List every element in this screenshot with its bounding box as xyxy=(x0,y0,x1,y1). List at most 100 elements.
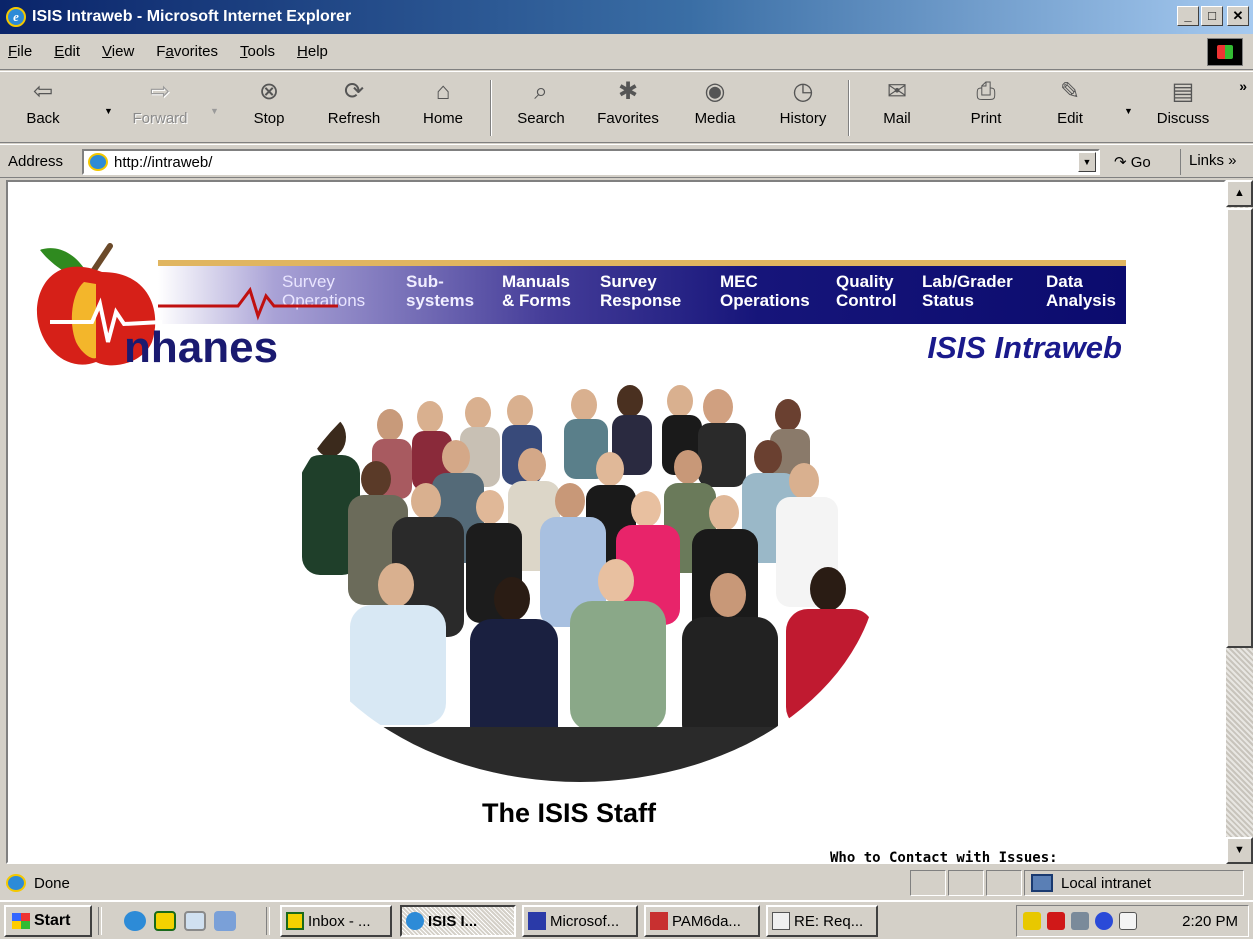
back-dropdown-icon[interactable]: ▼ xyxy=(104,106,113,116)
staff-group-photo xyxy=(280,367,880,782)
menu-bar: File Edit View Favorites Tools Help xyxy=(0,34,1253,70)
maximize-button[interactable]: □ xyxy=(1201,6,1223,26)
network-icon[interactable] xyxy=(1071,912,1089,930)
status-pane xyxy=(910,870,946,896)
new-mail-icon[interactable] xyxy=(1119,912,1137,930)
outlook-icon xyxy=(286,912,304,930)
title-bar: e ISIS Intraweb - Microsoft Internet Exp… xyxy=(0,0,1253,34)
local-intranet-icon xyxy=(1031,874,1053,892)
ie-quicklaunch-icon[interactable] xyxy=(124,911,146,931)
forward-dropdown-icon[interactable]: ▼ xyxy=(210,106,219,116)
menu-favorites[interactable]: Favorites xyxy=(156,43,218,60)
menu-edit[interactable]: Edit xyxy=(54,43,80,60)
task-re-request[interactable]: RE: Req... xyxy=(766,905,878,937)
task-pam6da[interactable]: PAM6da... xyxy=(644,905,760,937)
scroll-down-button[interactable]: ▼ xyxy=(1226,837,1253,864)
forward-button[interactable]: ⇨ Forward xyxy=(124,78,196,138)
go-button[interactable]: ↷ Go xyxy=(1114,153,1151,171)
edit-page-icon: ✎ xyxy=(1059,78,1081,105)
photo-caption: The ISIS Staff xyxy=(482,798,657,828)
nav-mec-operations[interactable]: MEC Operations xyxy=(720,272,810,310)
go-arrow-icon: ↷ xyxy=(1114,154,1127,171)
status-pane xyxy=(948,870,984,896)
document-icon xyxy=(650,912,668,930)
task-inbox[interactable]: Inbox - ... xyxy=(280,905,392,937)
window-title: ISIS Intraweb - Microsoft Internet Explo… xyxy=(32,8,352,25)
ie-app-icon[interactable]: e xyxy=(6,7,26,27)
menu-file[interactable]: File xyxy=(8,43,32,60)
edit-dropdown-icon[interactable]: ▼ xyxy=(1124,106,1133,116)
scroll-thumb[interactable] xyxy=(1226,208,1253,648)
site-title: ISIS Intraweb xyxy=(927,330,1122,365)
media-globe-icon: ◉ xyxy=(704,78,726,105)
back-button[interactable]: ⇦ Back xyxy=(18,78,68,138)
history-clock-icon: ◷ xyxy=(792,78,814,105)
nav-subsystems[interactable]: Sub-systems xyxy=(406,272,474,310)
nav-quality-control[interactable]: Quality Control xyxy=(836,272,896,310)
history-button[interactable]: ◷ History xyxy=(772,78,834,138)
windows-taskbar: Start Inbox - ... ISIS I... Microsof... … xyxy=(0,900,1253,939)
app-tray-icon[interactable] xyxy=(1095,912,1113,930)
search-button[interactable]: ⌕ Search xyxy=(510,78,572,138)
page-status-icon xyxy=(6,874,26,892)
windows-flag-icon xyxy=(12,913,30,929)
menu-view[interactable]: View xyxy=(102,43,134,60)
discuss-button[interactable]: ▤ Discuss xyxy=(1148,78,1218,138)
word-icon xyxy=(528,912,546,930)
page-icon xyxy=(88,153,108,171)
print-button[interactable]: ⎙ Print xyxy=(964,78,1008,138)
address-url[interactable]: http://intraweb/ xyxy=(114,154,212,171)
favorites-folder-icon: ✱ xyxy=(617,78,639,105)
search-quicklaunch-icon[interactable] xyxy=(184,911,206,931)
vertical-scrollbar[interactable]: ▲ ▼ xyxy=(1226,180,1253,864)
scroll-up-button[interactable]: ▲ xyxy=(1226,180,1253,207)
refresh-button[interactable]: ⟳ Refresh xyxy=(322,78,386,138)
status-bar: Done Local intranet xyxy=(0,866,1253,900)
links-button[interactable]: Links » xyxy=(1180,149,1245,175)
menu-help[interactable]: Help xyxy=(297,43,328,60)
heartbeat-line-graphic xyxy=(158,286,338,321)
start-button[interactable]: Start xyxy=(4,905,92,937)
printer-icon: ⎙ xyxy=(976,78,996,105)
status-text: Done xyxy=(34,874,70,892)
close-button[interactable]: ✕ xyxy=(1227,6,1249,26)
nav-survey-response[interactable]: Survey Response xyxy=(600,272,681,310)
edit-button[interactable]: ✎ Edit xyxy=(1050,78,1090,138)
toolbar-separator xyxy=(848,80,850,136)
stop-button[interactable]: ⊗ Stop xyxy=(244,78,294,138)
home-button[interactable]: ⌂ Home xyxy=(418,78,468,138)
address-dropdown-icon[interactable]: ▼ xyxy=(1078,152,1096,172)
mail-button[interactable]: ✉ Mail xyxy=(872,78,922,138)
toolbar-more-chevron[interactable]: » xyxy=(1239,78,1247,94)
nav-data-analysis[interactable]: Data Analysis xyxy=(1046,272,1116,310)
back-arrow-icon: ⇦ xyxy=(32,78,54,105)
nav-manuals-forms[interactable]: Manuals & Forms xyxy=(502,272,571,310)
task-microsoft-word[interactable]: Microsof... xyxy=(522,905,638,937)
security-zone[interactable]: Local intranet xyxy=(1024,870,1244,896)
address-input[interactable]: http://intraweb/ ▼ xyxy=(82,149,1100,175)
taskbar-divider xyxy=(98,907,102,935)
discuss-icon: ▤ xyxy=(1171,78,1195,105)
task-isis-intraweb[interactable]: ISIS I... xyxy=(400,905,516,937)
envelope-icon xyxy=(772,912,790,930)
system-clock[interactable]: 2:20 PM xyxy=(1182,913,1238,930)
refresh-icon: ⟳ xyxy=(343,78,365,105)
forward-arrow-icon: ⇨ xyxy=(149,78,171,105)
favorites-button[interactable]: ✱ Favorites xyxy=(588,78,668,138)
standard-toolbar: ⇦ Back ▼ ⇨ Forward ▼ ⊗ Stop ⟳ Refresh ⌂ … xyxy=(0,71,1253,143)
outlook-quicklaunch-icon[interactable] xyxy=(154,911,176,931)
contact-heading: Who to Contact with Issues: xyxy=(830,850,1058,864)
stop-icon: ⊗ xyxy=(258,78,280,105)
desktop-quicklaunch-icon[interactable] xyxy=(214,911,236,931)
search-icon: ⌕ xyxy=(534,78,548,105)
windows-logo-icon xyxy=(1207,38,1243,66)
nav-lab-grader-status[interactable]: Lab/Grader Status xyxy=(922,272,1013,310)
volume-icon[interactable] xyxy=(1023,912,1041,930)
ati-icon[interactable] xyxy=(1047,912,1065,930)
minimize-button[interactable]: _ xyxy=(1177,6,1199,26)
media-button[interactable]: ◉ Media xyxy=(688,78,742,138)
home-icon: ⌂ xyxy=(435,78,451,105)
toolbar-separator xyxy=(490,80,492,136)
menu-tools[interactable]: Tools xyxy=(240,43,275,60)
system-tray: 2:20 PM xyxy=(1016,905,1249,937)
